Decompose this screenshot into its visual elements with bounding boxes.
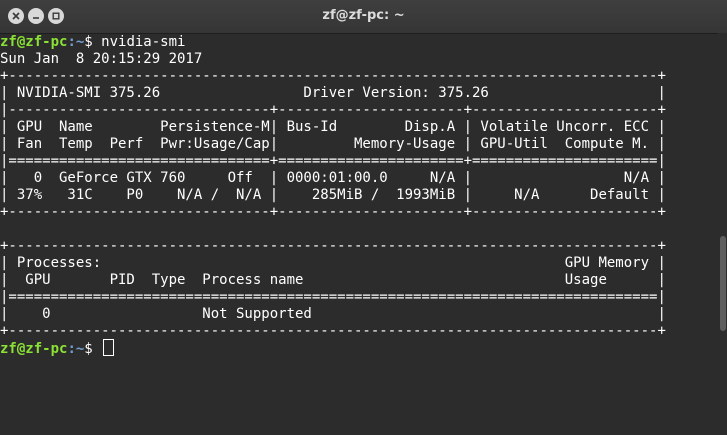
output-line: +---------------------------------------… (0, 323, 666, 339)
command-text: nvidia-smi (92, 34, 186, 50)
prompt-symbol: $ (84, 34, 93, 50)
scrollbar[interactable] (718, 33, 727, 435)
output-line: +---------------------------------------… (0, 68, 666, 84)
text-cursor (103, 339, 115, 356)
output-line: | NVIDIA-SMI 375.26 Driver Version: 375.… (0, 85, 666, 101)
prompt-symbol: $ (84, 341, 93, 357)
title-bar[interactable]: zf@zf-pc: ~ (0, 0, 727, 34)
scrollbar-thumb[interactable] (720, 236, 726, 331)
output-line: |-------------------------------+-------… (0, 102, 666, 118)
prompt-user-host: zf@zf-pc (0, 341, 68, 357)
output-line: |===============================+=======… (0, 153, 666, 169)
output-line: | Processes: GPU Memory | (0, 255, 666, 271)
terminal-output[interactable]: zf@zf-pc:~$ nvidia-smi Sun Jan 8 20:15:2… (0, 33, 718, 435)
prompt-path: :~ (67, 341, 85, 357)
output-line: | 0 GeForce GTX 760 Off | 0000:01:00.0 N… (0, 170, 666, 186)
prompt-line: zf@zf-pc:~$ (0, 339, 115, 357)
output-line: +-------------------------------+-------… (0, 204, 666, 220)
terminal-window: zf@zf-pc: ~ zf@zf-pc:~$ nvidia-smi Sun J… (0, 0, 727, 435)
output-line: | 0 Not Supported | (0, 306, 666, 322)
output-line: |=======================================… (0, 289, 666, 305)
output-line: | 37% 31C P0 N/A / N/A | 285MiB / 1993Mi… (0, 187, 666, 203)
output-line: +---------------------------------------… (0, 238, 666, 254)
window-title: zf@zf-pc: ~ (322, 8, 405, 23)
command-text (93, 341, 101, 357)
output-line: | GPU PID Type Process name Usage | (0, 272, 666, 288)
prompt-line: zf@zf-pc:~$ nvidia-smi (0, 34, 185, 51)
prompt-path: :~ (67, 34, 85, 50)
output-line: | GPU Name Persistence-M| Bus-Id Disp.A … (0, 119, 666, 135)
prompt-user-host: zf@zf-pc (0, 34, 68, 50)
output-line: Sun Jan 8 20:15:29 2017 (0, 51, 203, 67)
output-line: | Fan Temp Perf Pwr:Usage/Cap| Memory-Us… (0, 136, 666, 152)
